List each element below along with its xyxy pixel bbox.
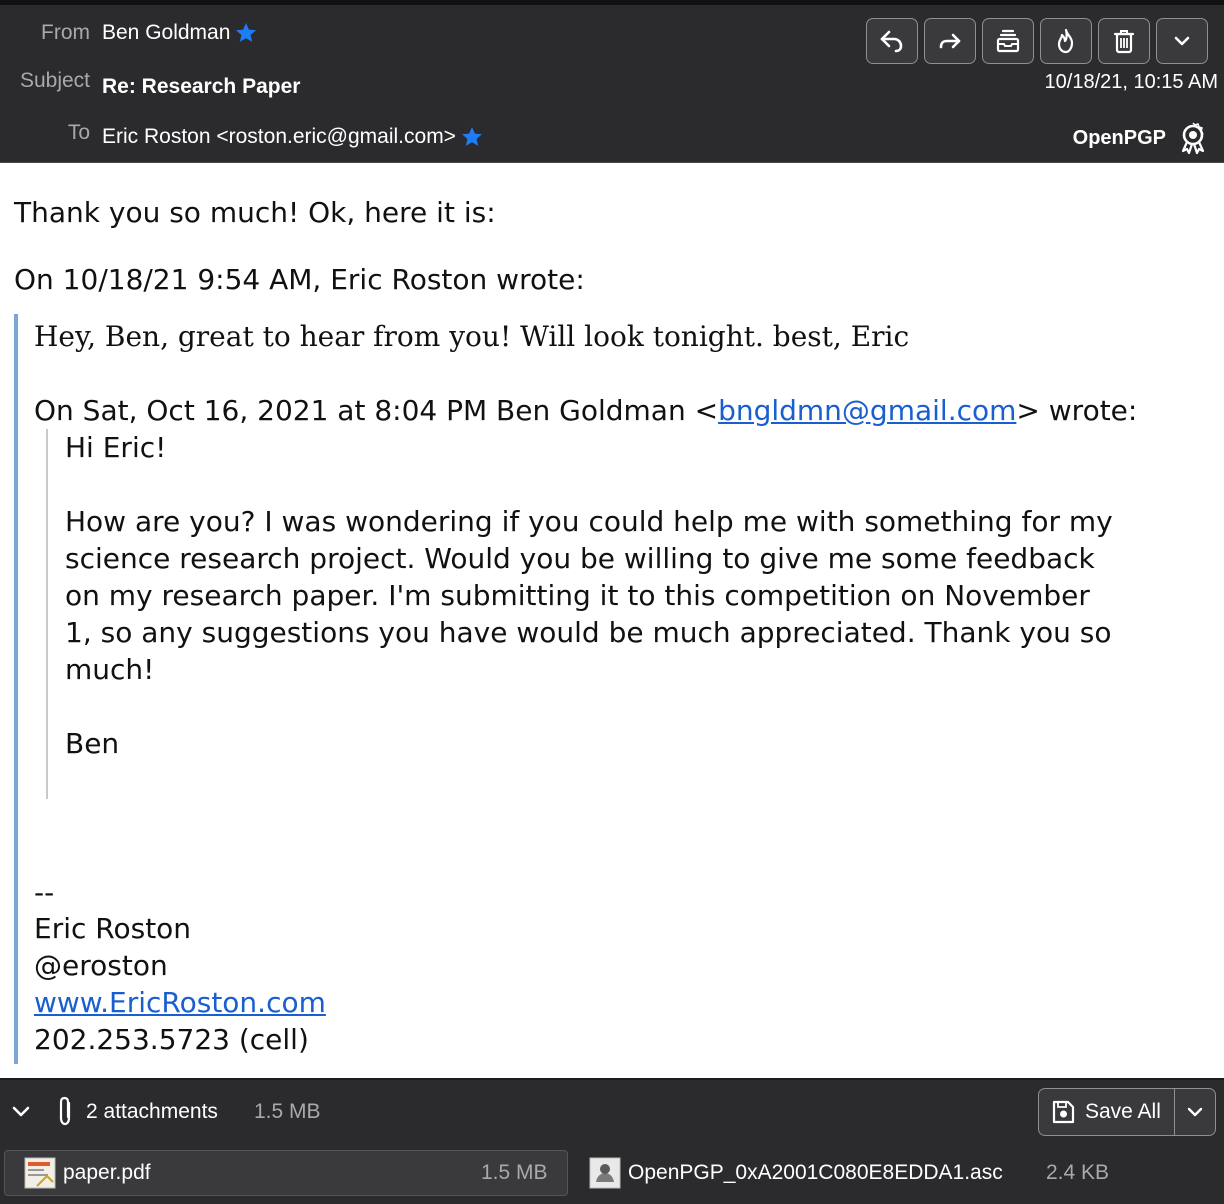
save-icon	[1052, 1100, 1075, 1124]
pdf-file-icon	[24, 1157, 56, 1189]
to-value[interactable]: Eric Roston <roston.eric@gmail.com>	[102, 125, 456, 149]
attachment-item[interactable]: OpenPGP_0xA2001C080E8EDDA1.asc 2.4 KB	[584, 1150, 1216, 1196]
paragraph-line: science research project. Would you be w…	[65, 542, 1095, 575]
reply-button[interactable]	[866, 18, 918, 64]
openpgp-label: OpenPGP	[1072, 126, 1166, 149]
flame-icon	[1057, 28, 1074, 54]
subject-value: Re: Research Paper	[102, 75, 301, 98]
chevron-down-icon[interactable]	[8, 1098, 34, 1124]
message-body: Thank you so much! Ok, here it is: On 10…	[0, 164, 1224, 1078]
forward-button[interactable]	[924, 18, 976, 64]
attachment-name: OpenPGP_0xA2001C080E8EDDA1.asc	[628, 1161, 1003, 1184]
from-field[interactable]: Ben Goldman	[102, 21, 258, 45]
quote-attribution: On 10/18/21 9:54 AM, Eric Roston wrote:	[14, 263, 585, 296]
paragraph-line: on my research paper. I'm submitting it …	[65, 579, 1090, 612]
subject-label: Subject	[19, 69, 90, 92]
attribution-text: On Sat, Oct 16, 2021 at 8:04 PM Ben Gold…	[34, 394, 719, 427]
from-label: From	[41, 21, 90, 44]
save-all-main[interactable]: Save All	[1039, 1089, 1175, 1135]
paragraph-line: 1, so any suggestions you have would be …	[65, 616, 1112, 649]
forward-icon	[939, 33, 961, 49]
paragraph-line: much!	[65, 653, 155, 686]
nested-attribution: On Sat, Oct 16, 2021 at 8:04 PM Ben Gold…	[34, 394, 1137, 427]
signature-handle: @eroston	[34, 949, 168, 982]
attachment-size: 2.4 KB	[1046, 1161, 1110, 1184]
star-icon[interactable]	[234, 21, 258, 45]
archive-icon	[996, 29, 1020, 53]
reply-text: Thank you so much! Ok, here it is:	[14, 196, 496, 229]
signature-website-link[interactable]: www.EricRoston.com	[34, 986, 326, 1019]
attribution-text: > wrote:	[1016, 394, 1138, 427]
delete-button[interactable]	[1098, 18, 1150, 64]
to-label: To	[67, 121, 90, 144]
openpgp-button[interactable]: OpenPGP	[1073, 121, 1210, 155]
signature-phone: 202.253.5723 (cell)	[34, 1023, 309, 1056]
star-icon[interactable]	[460, 125, 484, 149]
email-link[interactable]: bngldmn@gmail.com	[718, 394, 1016, 427]
save-all-dropdown[interactable]	[1175, 1089, 1215, 1135]
signature-separator: --	[34, 876, 55, 909]
to-field[interactable]: Eric Roston <roston.eric@gmail.com>	[102, 125, 484, 149]
paperclip-icon	[59, 1096, 71, 1126]
greeting: Hi Eric!	[65, 431, 167, 464]
quote-bar	[14, 314, 18, 1064]
quoted-message: Hey, Ben, great to hear from you! Will l…	[34, 320, 910, 353]
trash-icon	[1113, 30, 1135, 54]
archive-button[interactable]	[982, 18, 1034, 64]
more-button[interactable]	[1156, 18, 1208, 64]
message-header: From Ben Goldman Subject Re: Research Pa…	[0, 0, 1224, 163]
save-all-button[interactable]: Save All	[1038, 1088, 1216, 1136]
sign-off: Ben	[65, 727, 120, 760]
paragraph-line: How are you? I was wondering if you coul…	[65, 505, 1113, 538]
certificate-icon	[1181, 122, 1205, 155]
nested-quote-bar	[46, 429, 48, 799]
chevron-down-icon	[1174, 36, 1190, 46]
chevron-down-icon	[1187, 1107, 1203, 1117]
save-all-label: Save All	[1085, 1100, 1161, 1123]
from-value[interactable]: Ben Goldman	[102, 21, 230, 45]
attachment-item[interactable]: paper.pdf 1.5 MB	[4, 1150, 568, 1196]
attachment-list: paper.pdf 1.5 MB OpenPGP_0xA2001C080E8ED…	[0, 1144, 1224, 1204]
junk-button[interactable]	[1040, 18, 1092, 64]
reply-icon	[880, 30, 903, 53]
attachment-size: 1.5 MB	[481, 1161, 548, 1184]
attachment-name: paper.pdf	[63, 1161, 151, 1184]
attachment-total-size: 1.5 MB	[254, 1100, 321, 1123]
key-file-icon	[589, 1157, 621, 1189]
signature-name: Eric Roston	[34, 912, 192, 945]
message-date: 10/18/21, 10:15 AM	[1044, 71, 1218, 93]
attachment-bar: 2 attachments 1.5 MB Save All	[0, 1078, 1224, 1144]
attachment-count[interactable]: 2 attachments	[86, 1100, 218, 1124]
